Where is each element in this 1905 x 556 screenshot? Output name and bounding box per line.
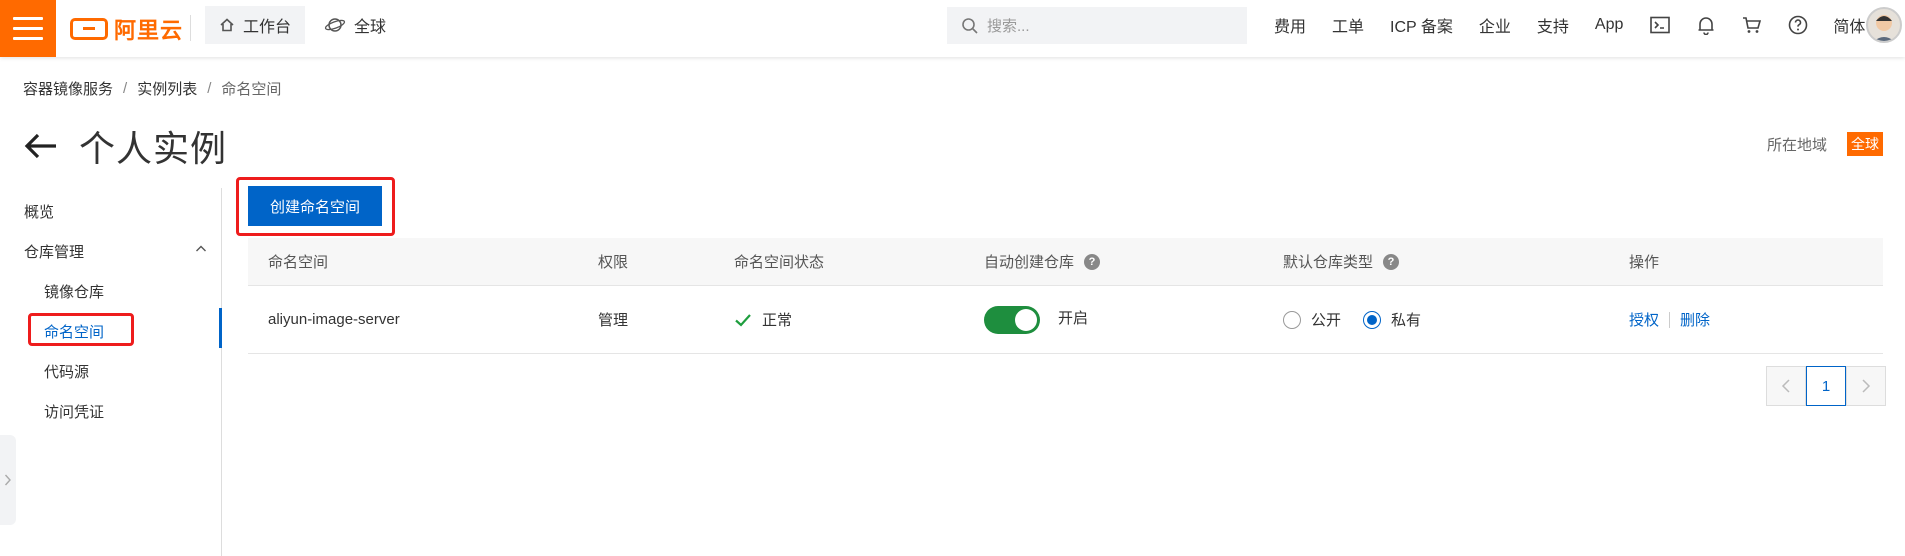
breadcrumb: 容器镜像服务 / 实例列表 / 命名空间: [23, 78, 282, 99]
top-links: 费用 工单 ICP 备案 企业 支持 App 简体: [1274, 0, 1891, 50]
page-header: 个人实例: [23, 120, 227, 172]
breadcrumb-item[interactable]: 容器镜像服务: [23, 78, 113, 99]
page-title: 个人实例: [79, 128, 228, 169]
link-enterprise[interactable]: 企业: [1479, 13, 1511, 37]
status-cell: 正常: [734, 309, 792, 330]
repo-type-cell: 公开 私有: [1283, 309, 1421, 330]
actions-cell: 授权 删除: [1629, 309, 1710, 330]
link-billing[interactable]: 费用: [1274, 13, 1306, 37]
divider: [190, 15, 191, 41]
terminal-icon[interactable]: [1649, 14, 1671, 36]
chevron-right-icon: [1862, 379, 1871, 393]
globe-icon: [324, 18, 346, 32]
bell-icon[interactable]: [1695, 14, 1717, 36]
region-info: 所在地域 全球: [1767, 132, 1883, 156]
sidebar-collapse-toggle[interactable]: [0, 435, 16, 525]
logo-text: 阿里云: [114, 17, 184, 43]
sidebar-item-access-credentials[interactable]: 访问凭证: [44, 401, 104, 422]
chevron-up-icon[interactable]: [195, 243, 207, 255]
chevron-left-icon: [1781, 379, 1790, 393]
column-header: 操作: [1629, 254, 1660, 271]
cart-icon[interactable]: [1741, 14, 1763, 36]
region-label: 所在地域: [1766, 136, 1827, 154]
create-namespace-button[interactable]: 创建命名空间: [248, 186, 382, 226]
page-number[interactable]: 1: [1806, 366, 1846, 406]
auto-create-cell: 开启: [984, 305, 1089, 334]
table-row: aliyun-image-server 管理 正常 开启 公开 私有 授权 删除: [248, 286, 1883, 354]
nav-workbench-label: 工作台: [243, 19, 292, 36]
aliyun-logo[interactable]: 阿里云: [70, 10, 183, 47]
radio-private-label[interactable]: 私有: [1391, 309, 1421, 330]
active-indicator: [219, 308, 222, 348]
sidebar-item-code-sources[interactable]: 代码源: [44, 361, 89, 382]
search-input[interactable]: 搜索...: [947, 7, 1247, 44]
region-badge[interactable]: 全球: [1847, 132, 1883, 156]
auto-create-toggle[interactable]: [984, 305, 1040, 334]
sidebar: 概览 仓库管理 镜像仓库 命名空间 代码源 访问凭证: [0, 188, 222, 556]
authorize-link[interactable]: 授权: [1629, 309, 1659, 330]
namespace-name: aliyun-image-server: [268, 311, 400, 328]
check-icon: [735, 313, 751, 327]
highlight-box: [28, 313, 134, 346]
breadcrumb-current: 命名空间: [221, 81, 282, 98]
column-header: 权限: [598, 254, 629, 271]
nav-workbench[interactable]: 工作台: [205, 6, 306, 44]
top-bar: 阿里云 工作台 全球 搜索... 费用 工单 ICP 备案 企业 支持 App: [0, 0, 1905, 57]
sidebar-item-overview[interactable]: 概览: [24, 201, 54, 222]
link-tickets[interactable]: 工单: [1332, 13, 1364, 37]
search-icon: [962, 17, 978, 34]
back-arrow-icon[interactable]: [23, 131, 59, 161]
toggle-label: 开启: [1058, 310, 1089, 327]
language-switch[interactable]: 简体: [1833, 13, 1865, 37]
home-icon: [220, 18, 234, 32]
nav-global[interactable]: 全球: [310, 6, 400, 44]
prev-page-button[interactable]: [1766, 366, 1806, 406]
column-header-auto-create: 自动创建仓库 ?: [984, 251, 1101, 272]
sidebar-item-repo-management[interactable]: 仓库管理: [24, 241, 84, 262]
next-page-button[interactable]: [1846, 366, 1886, 406]
radio-public[interactable]: [1283, 310, 1301, 329]
link-support[interactable]: 支持: [1537, 13, 1569, 37]
column-header-default-type: 默认仓库类型 ?: [1283, 251, 1400, 272]
pagination: 1: [1766, 366, 1886, 406]
link-app[interactable]: App: [1595, 16, 1623, 34]
menu-icon[interactable]: [0, 0, 56, 57]
avatar[interactable]: [1866, 7, 1902, 43]
column-header: 命名空间状态: [734, 254, 825, 271]
namespace-table: 命名空间 权限 命名空间状态 自动创建仓库 ? 默认仓库类型 ? 操作 aliy…: [248, 238, 1883, 354]
permission-value: 管理: [598, 312, 629, 329]
delete-link[interactable]: 删除: [1680, 309, 1710, 330]
column-header: 命名空间: [268, 254, 329, 271]
radio-public-label[interactable]: 公开: [1311, 309, 1341, 330]
help-icon[interactable]: ?: [1084, 253, 1101, 270]
radio-private[interactable]: [1363, 310, 1382, 329]
status-text: 正常: [762, 312, 793, 329]
nav-global-label: 全球: [354, 19, 387, 36]
sidebar-item-image-repos[interactable]: 镜像仓库: [44, 281, 104, 302]
link-icp[interactable]: ICP 备案: [1390, 13, 1453, 37]
help-circle-icon[interactable]: [1787, 14, 1809, 36]
breadcrumb-item[interactable]: 实例列表: [137, 78, 197, 99]
logo-mark-icon: [70, 17, 108, 40]
chevron-right-icon: [4, 474, 11, 486]
table-header: 命名空间 权限 命名空间状态 自动创建仓库 ? 默认仓库类型 ? 操作: [248, 238, 1883, 286]
search-placeholder: 搜索...: [987, 18, 1030, 35]
help-icon[interactable]: ?: [1383, 253, 1400, 270]
